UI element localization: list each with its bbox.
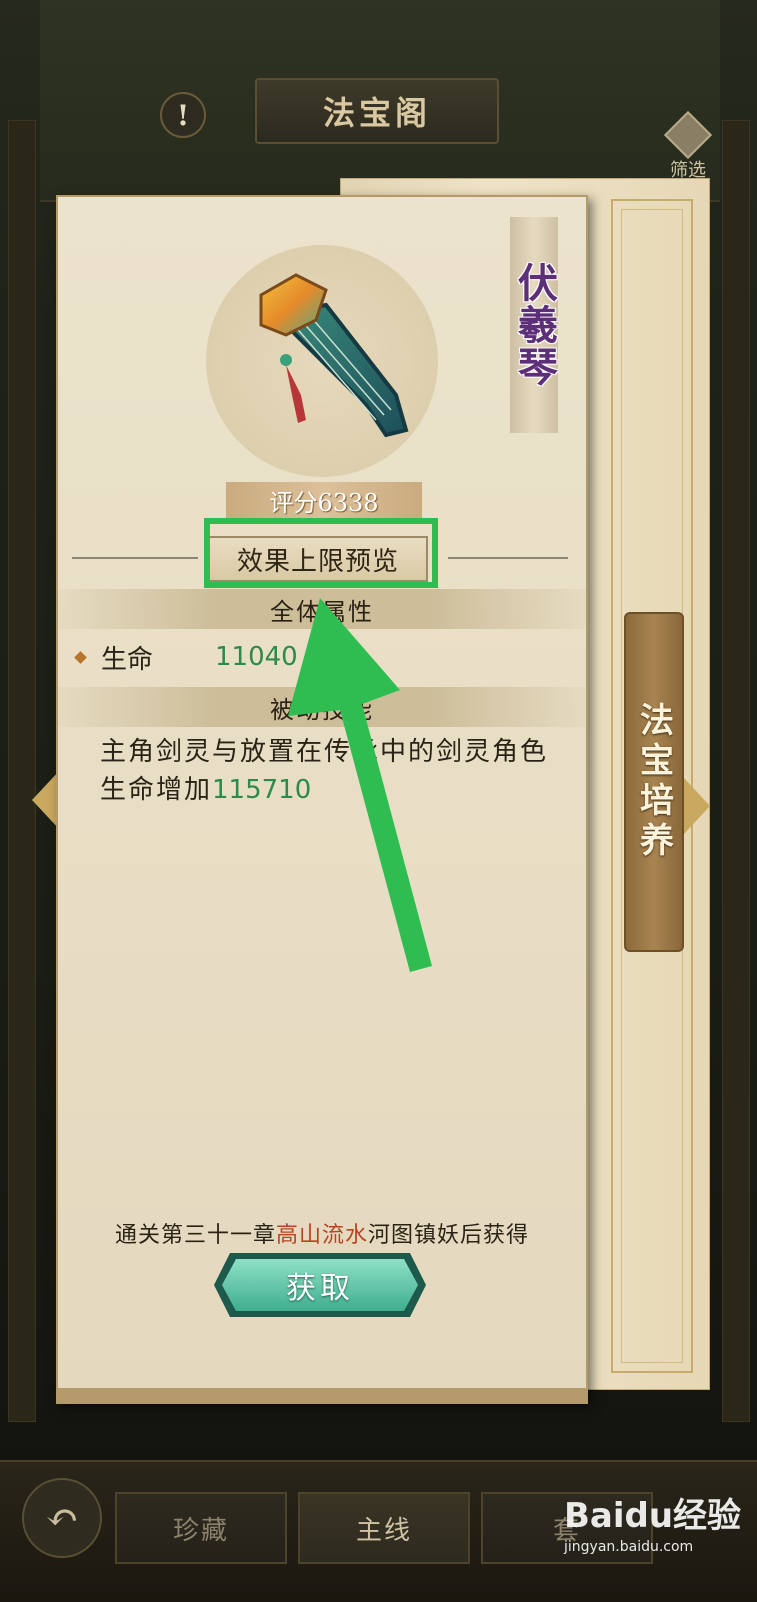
side-tab-label: 法宝培养 <box>633 702 674 862</box>
watermark-url: jingyan.baidu.com <box>564 1539 694 1555</box>
diamond-bullet-icon <box>74 650 87 664</box>
skill-description: 主角剑灵与放置在传承中的剑灵角色生命增加115710 <box>100 733 568 809</box>
back-arrow-icon[interactable]: ↶ <box>22 1478 102 1558</box>
alert-icon[interactable]: ! <box>160 92 206 138</box>
side-tab-treasure-cultivation[interactable]: 法宝培养 <box>624 612 684 952</box>
next-arrow-icon[interactable] <box>684 778 710 834</box>
page-title: 法宝阁 <box>255 78 499 144</box>
stat-value: 11040 <box>215 642 298 672</box>
divider-right <box>448 557 568 559</box>
tab-main[interactable]: 主线 <box>298 1492 470 1564</box>
item-portrait <box>206 245 438 477</box>
pillar-right <box>722 120 750 1422</box>
item-name-banner: 伏羲琴 <box>510 217 558 433</box>
source-suffix: 河图镇妖后获得 <box>368 1223 530 1248</box>
item-score: 评分6338 <box>226 482 422 518</box>
watermark-brand: Baidu经验 <box>564 1496 742 1536</box>
filter-icon <box>663 110 713 160</box>
stat-label: 生命 <box>101 644 154 675</box>
filter-button[interactable]: 筛选 <box>658 110 718 181</box>
skill-text: 主角剑灵与放置在传承中的剑灵角色生命增加 <box>100 737 549 805</box>
fuxi-qin-icon <box>259 273 409 438</box>
divider-left <box>72 557 198 559</box>
skill-value: 115710 <box>212 775 312 805</box>
stat-row-hp: 生命 11040 <box>74 637 298 677</box>
source-stage-link: 高山流水 <box>275 1223 368 1248</box>
item-name: 伏羲琴 <box>511 262 558 388</box>
page-bottom-band <box>58 1388 586 1402</box>
attributes-section-title: 全体属性 <box>58 589 586 629</box>
item-detail-page: 伏羲琴 评分6338 效果上限预览 全体属性 生命 11040 被动技能 主角剑… <box>56 195 588 1404</box>
annotation-highlight-box <box>204 518 438 588</box>
get-button[interactable]: 获取 <box>210 1249 430 1321</box>
baidu-watermark: Baidu经验 jingyan.baidu.com <box>564 1488 754 1568</box>
skill-section-title: 被动技能 <box>58 687 586 727</box>
source-prefix: 通关第三十一章 <box>114 1223 276 1248</box>
get-button-label: 获取 <box>286 1271 354 1306</box>
acquisition-source: 通关第三十一章高山流水河图镇妖后获得 <box>58 1217 586 1249</box>
tab-collection[interactable]: 珍藏 <box>115 1492 287 1564</box>
